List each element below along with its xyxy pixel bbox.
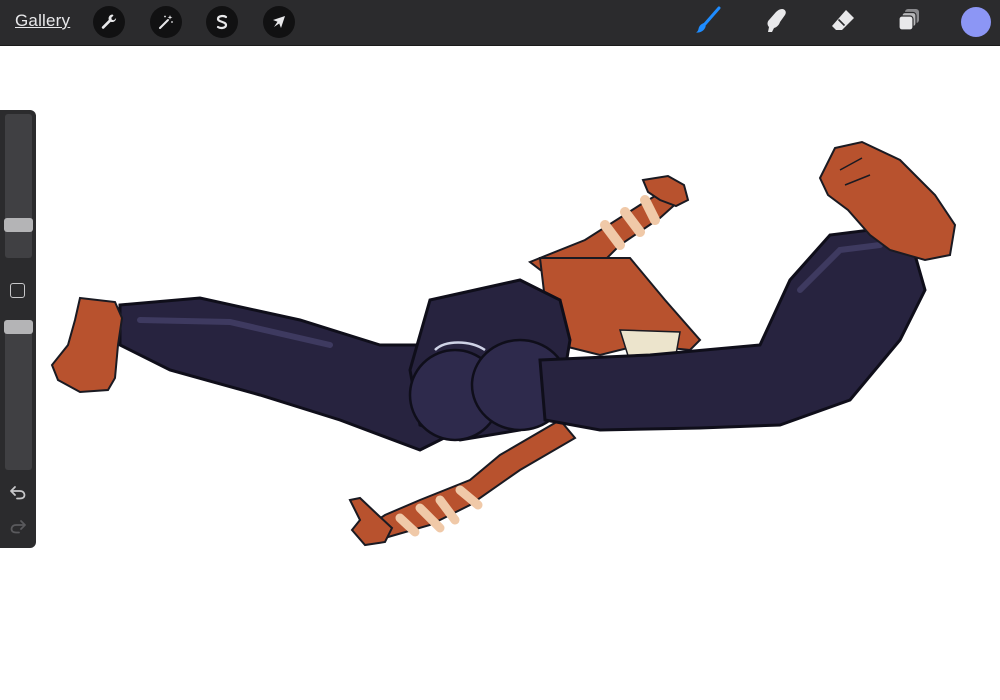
eraser-tool-button[interactable] (826, 5, 860, 39)
selection-s-icon (213, 13, 231, 31)
actions-button[interactable] (93, 6, 125, 38)
wrench-icon (100, 13, 118, 31)
top-toolbar: Gallery (0, 0, 1000, 46)
layers-icon (895, 6, 923, 39)
arrow-cursor-icon (270, 13, 288, 31)
smudge-finger-icon (762, 6, 790, 39)
selection-button[interactable] (206, 6, 238, 38)
brush-icon (693, 5, 723, 40)
gallery-button[interactable]: Gallery (15, 11, 70, 31)
magic-wand-icon (157, 13, 175, 31)
adjustments-button[interactable] (150, 6, 182, 38)
transform-button[interactable] (263, 6, 295, 38)
figure-illustration (50, 140, 957, 547)
drawing-canvas[interactable] (0, 46, 1000, 695)
color-picker-swatch[interactable] (961, 7, 991, 37)
layers-button[interactable] (892, 5, 926, 39)
eraser-icon (829, 6, 857, 39)
smudge-tool-button[interactable] (759, 5, 793, 39)
brush-tool-button[interactable] (691, 5, 725, 39)
